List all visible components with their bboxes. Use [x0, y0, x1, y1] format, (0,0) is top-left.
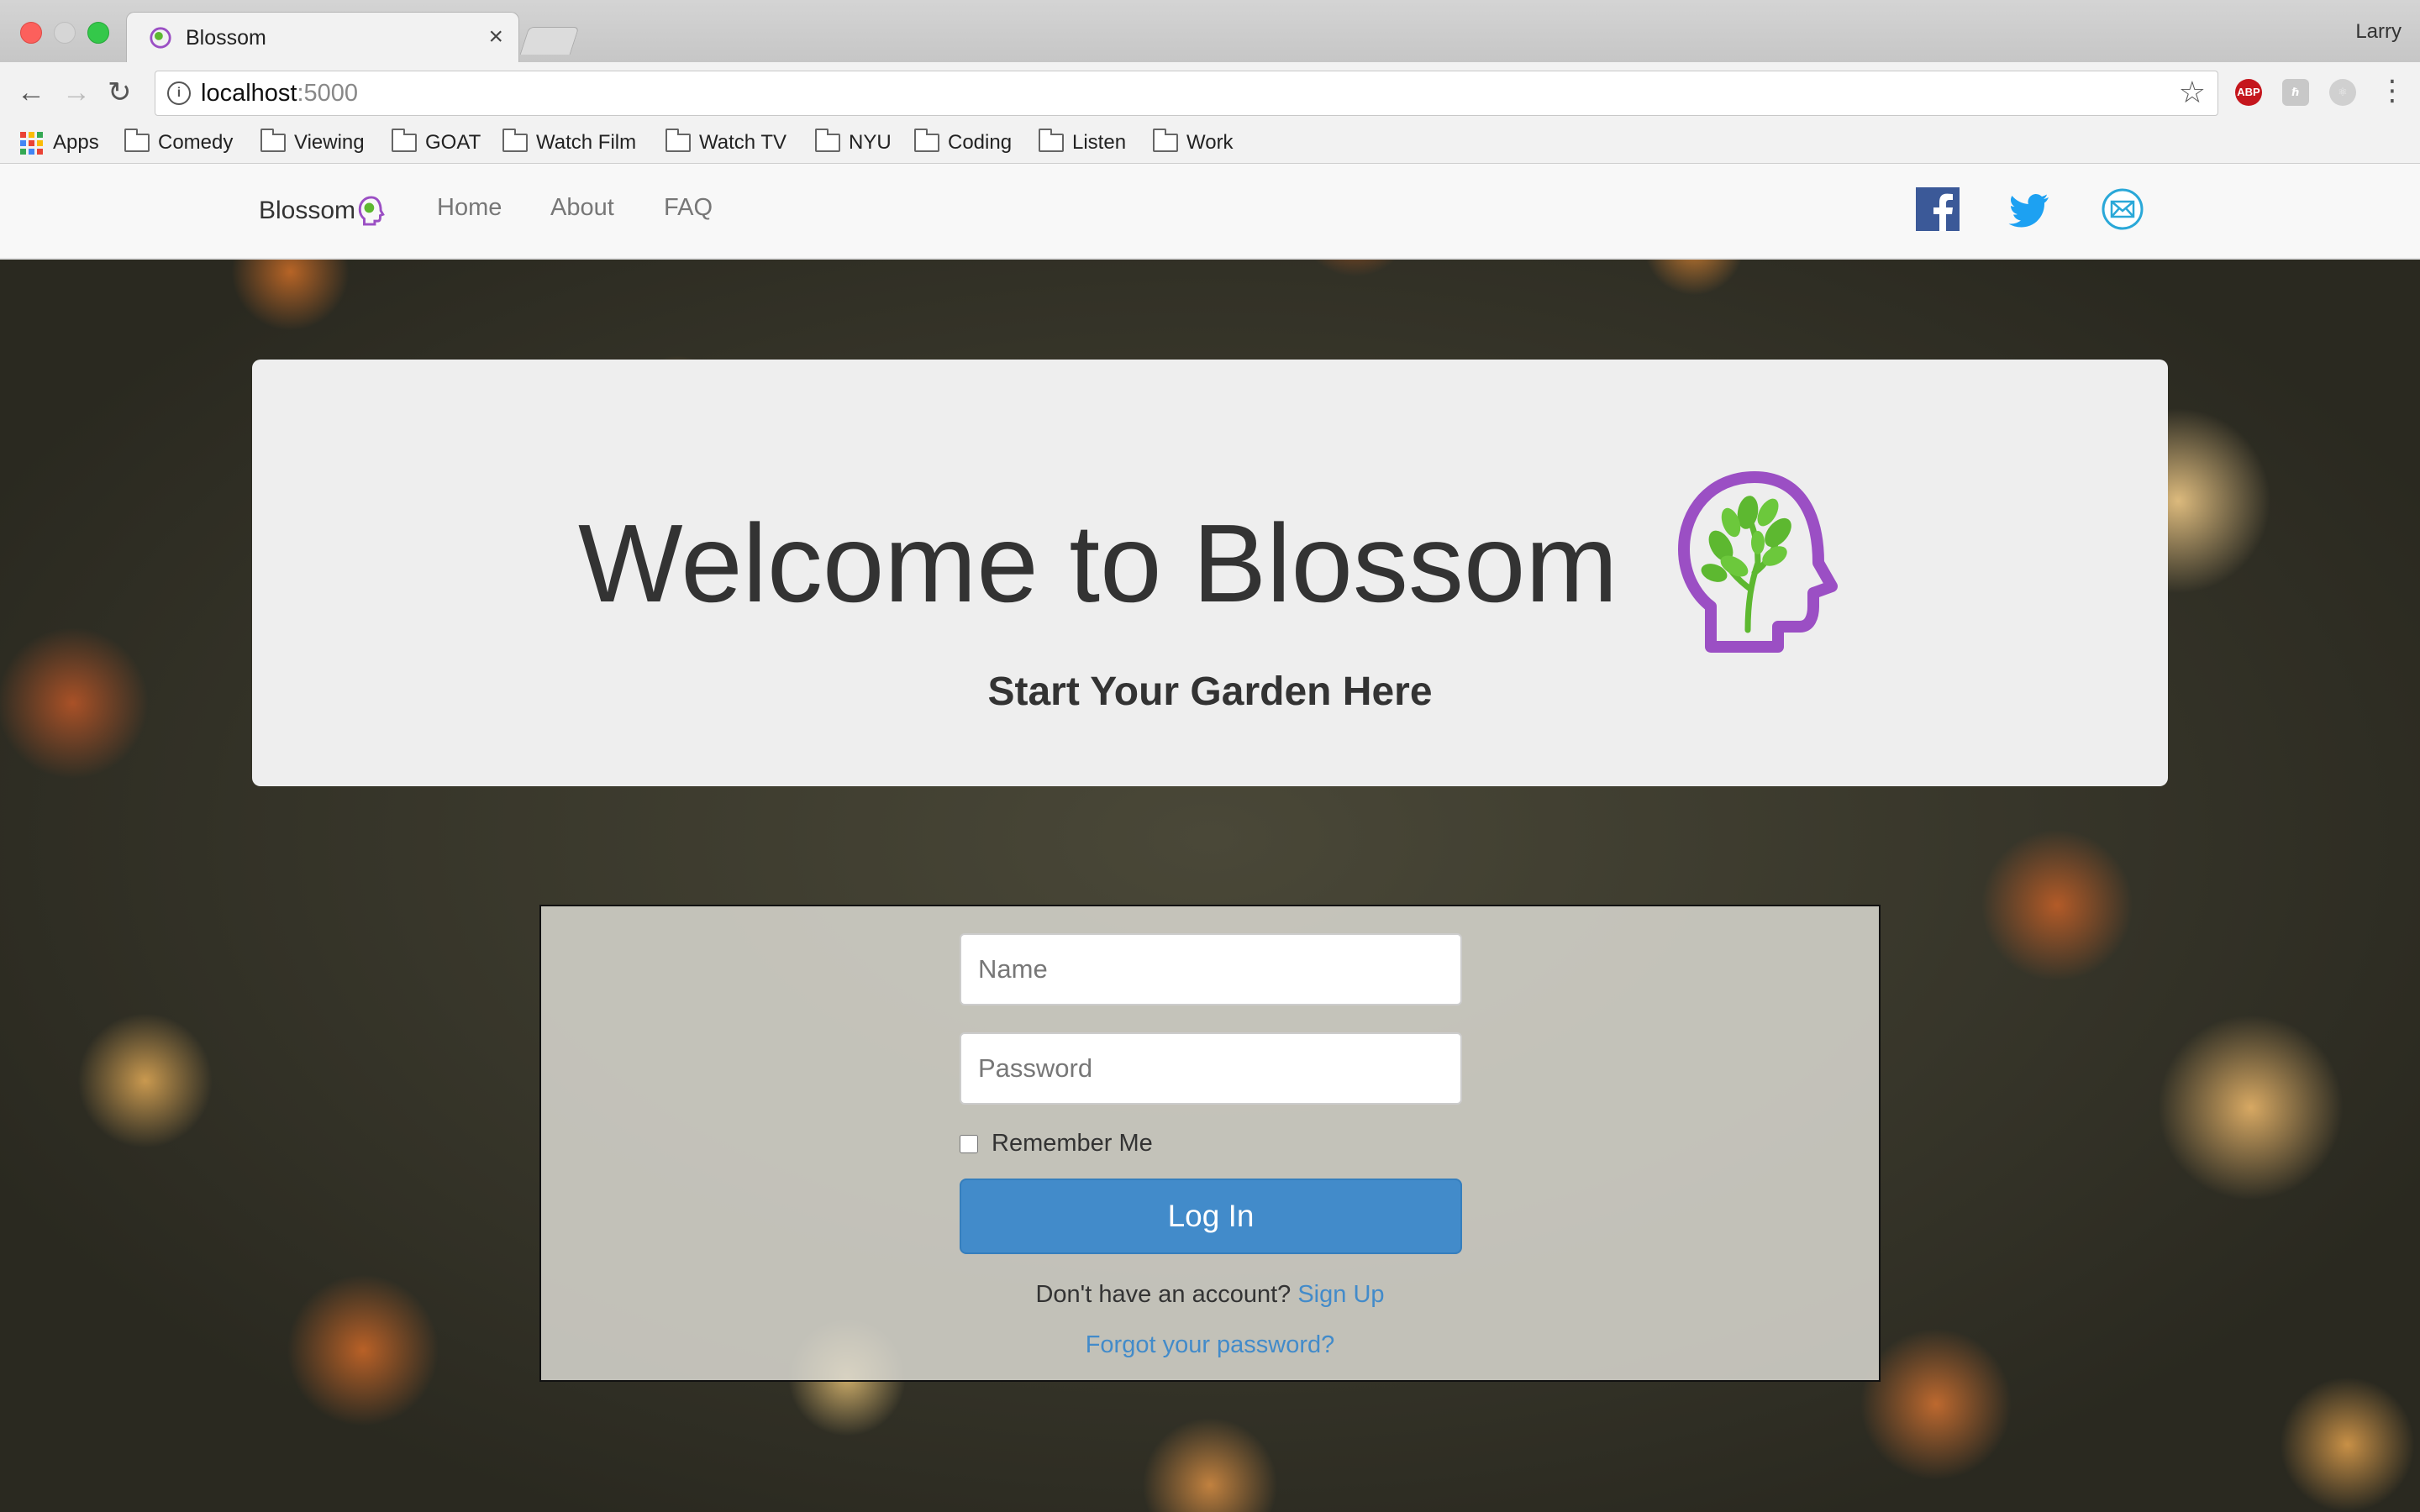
twitter-icon[interactable] [2008, 187, 2052, 231]
bookmark-label: NYU [849, 131, 892, 154]
name-input[interactable] [960, 933, 1462, 1005]
signup-prompt-line: Don't have an account? Sign Up [541, 1281, 1879, 1309]
nav-about-link[interactable]: About [550, 194, 614, 222]
forgot-password-link[interactable]: Forgot your password? [1086, 1331, 1335, 1358]
forward-arrow-icon[interactable]: → [62, 76, 91, 109]
back-arrow-icon[interactable]: ← [17, 76, 45, 109]
bookmark-folder[interactable]: Coding [914, 126, 1012, 160]
apps-grid-icon [20, 131, 43, 155]
maximize-window-button[interactable] [87, 22, 109, 44]
folder-icon [502, 129, 528, 152]
hero-jumbotron: Welcome to Blossom Start Your Garden Her… [252, 360, 2168, 786]
page-background: Blossom Home About FAQ Welcome to Blosso… [0, 164, 2420, 1512]
folder-icon [1039, 129, 1064, 152]
extension-icon[interactable]: ℏ [2282, 79, 2309, 106]
login-button[interactable]: Log In [960, 1179, 1462, 1254]
folder-icon [666, 129, 691, 152]
bookmark-apps[interactable]: Apps [20, 126, 99, 160]
url-port: :5000 [297, 80, 359, 107]
site-navbar: Blossom Home About FAQ [0, 164, 2420, 260]
signup-prompt-text: Don't have an account? [1035, 1281, 1292, 1308]
address-bar[interactable]: i localhost:5000 ☆ [155, 71, 2218, 116]
nav-faq-link[interactable]: FAQ [664, 194, 713, 222]
blossom-head-icon [358, 196, 385, 226]
bookmark-folder[interactable]: Comedy [124, 126, 233, 160]
bookmark-label: GOAT [425, 131, 481, 154]
bookmarks-bar: Apps Comedy Viewing GOAT Watch Film Watc… [0, 123, 2420, 164]
reload-icon[interactable]: ↻ [108, 76, 132, 109]
hero-subtitle: Start Your Garden Here [987, 669, 1433, 714]
site-info-icon[interactable]: i [167, 81, 191, 105]
bookmark-label: Watch Film [536, 131, 637, 154]
folder-icon [815, 129, 840, 152]
bookmark-folder[interactable]: Viewing [260, 126, 365, 160]
folder-icon [260, 129, 286, 152]
tab-close-icon[interactable]: × [488, 23, 503, 51]
remember-me-checkbox[interactable] [960, 1134, 978, 1153]
url-host: localhost [201, 80, 297, 107]
signup-link[interactable]: Sign Up [1297, 1281, 1384, 1308]
bookmark-folder[interactable]: Watch Film [502, 126, 636, 160]
forgot-password-line: Forgot your password? [541, 1331, 1879, 1359]
bookmark-folder[interactable]: Listen [1039, 126, 1126, 160]
remember-me-option[interactable]: Remember Me [960, 1130, 1153, 1158]
bookmark-star-icon[interactable]: ☆ [2179, 75, 2206, 110]
email-icon[interactable] [2101, 187, 2144, 231]
brand-logo-link[interactable]: Blossom [259, 196, 386, 226]
folder-icon [124, 129, 150, 152]
bookmark-folder[interactable]: Work [1153, 126, 1234, 160]
login-form: Remember Me Log In Don't have an account… [539, 905, 1881, 1382]
bookmark-folder[interactable]: NYU [815, 126, 892, 160]
facebook-icon[interactable] [1916, 187, 1960, 231]
bookmark-label: Coding [948, 131, 1013, 154]
browser-titlebar: Blossom × Larry [0, 0, 2420, 63]
bookmark-label: Listen [1072, 131, 1127, 154]
bookmark-label: Apps [53, 131, 99, 154]
password-input[interactable] [960, 1032, 1462, 1105]
minimize-window-button[interactable] [54, 22, 76, 44]
adblock-extension-icon[interactable]: ABP [2235, 79, 2262, 106]
folder-icon [1153, 129, 1178, 152]
browser-tab[interactable]: Blossom × [126, 12, 519, 63]
hero-title-text: Welcome to Blossom [578, 501, 1618, 625]
blossom-favicon-icon [150, 27, 171, 49]
bookmark-label: Work [1186, 131, 1234, 154]
bookmark-label: Viewing [294, 131, 365, 154]
new-tab-button[interactable] [519, 27, 580, 55]
bookmark-label: Comedy [158, 131, 234, 154]
folder-icon [392, 129, 417, 152]
browser-toolbar: ← → ↻ i localhost:5000 ☆ ABP ℏ ⚛ ⋮ [0, 62, 2420, 123]
nav-home-link[interactable]: Home [437, 194, 502, 222]
tab-title: Blossom [186, 26, 266, 50]
bookmark-folder[interactable]: GOAT [392, 126, 481, 160]
browser-menu-icon[interactable]: ⋮ [2378, 74, 2407, 108]
url-text: localhost:5000 [201, 80, 358, 108]
close-window-button[interactable] [20, 22, 42, 44]
remember-me-label: Remember Me [992, 1130, 1153, 1157]
bookmark-label: Watch TV [699, 131, 787, 154]
bookmark-folder[interactable]: Watch TV [666, 126, 786, 160]
folder-icon [914, 129, 939, 152]
profile-name[interactable]: Larry [2355, 20, 2402, 44]
brand-name: Blossom [259, 197, 356, 224]
hero-title: Welcome to Blossom [252, 469, 2168, 657]
blossom-head-tree-icon [1678, 471, 1838, 653]
react-devtools-extension-icon[interactable]: ⚛ [2329, 79, 2356, 106]
